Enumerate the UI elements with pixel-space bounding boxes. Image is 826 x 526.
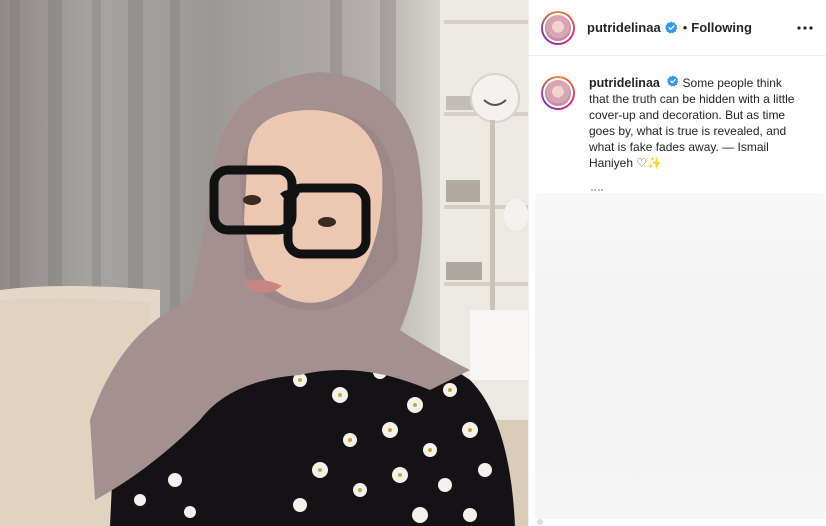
header-username-link[interactable]: putridelinaa [587, 20, 661, 35]
post-photo-illustration [0, 0, 528, 526]
caption-body: Some people think that the truth can be … [589, 76, 795, 170]
caption-text: putridelinaa Some people think that the … [589, 75, 803, 171]
caption-username-link[interactable]: putridelinaa [589, 76, 660, 90]
verified-badge-icon [664, 21, 678, 34]
post-side-panel: putridelinaa • Following putridelinaa So… [528, 0, 826, 526]
header-separator: • [682, 20, 688, 35]
post-photo[interactable] [0, 0, 528, 526]
scroll-indicator [537, 519, 543, 525]
caption-avatar[interactable] [541, 76, 575, 110]
post-header: putridelinaa • Following [529, 0, 826, 56]
following-button[interactable]: Following [691, 20, 752, 35]
caption-timestamp-placeholder [591, 189, 603, 192]
avatar-image [543, 12, 573, 43]
verified-badge-icon [667, 75, 679, 87]
header-avatar[interactable] [541, 10, 575, 45]
blurred-comments-area [535, 193, 825, 519]
post-caption: putridelinaa Some people think that the … [529, 57, 826, 171]
avatar-image [543, 78, 573, 108]
comments-section[interactable]: putridelinaa Some people think that the … [529, 57, 826, 526]
more-options-icon[interactable] [795, 18, 815, 38]
